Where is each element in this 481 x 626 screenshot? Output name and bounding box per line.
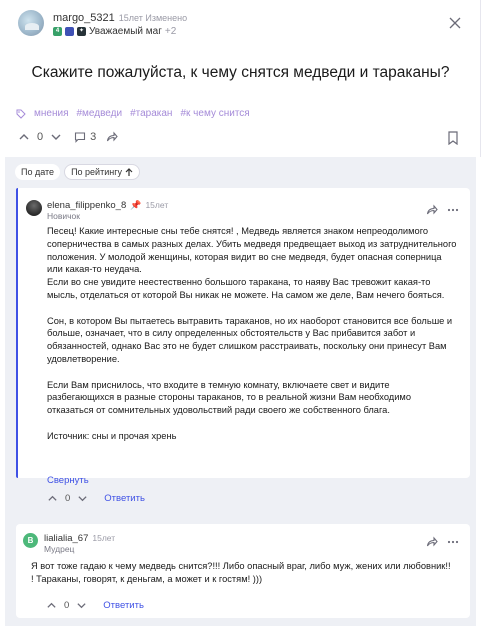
- answers-panel: По дате По рейтингу elena_filippenko_8 📌…: [5, 157, 476, 626]
- author-username[interactable]: elena_filippenko_8: [47, 200, 126, 211]
- question-card: margo_5321 15лет Изменено 4 ✦ Уважаемый …: [0, 0, 481, 157]
- vote-count: 0: [65, 493, 71, 504]
- author-rank: Мудрец: [44, 544, 75, 554]
- question-title: Скажите пожалуйста, к чему снятся медвед…: [31, 64, 450, 81]
- question-meta: 15лет Изменено: [118, 13, 188, 23]
- more-options-icon[interactable]: [447, 536, 459, 548]
- badge-icon: ✦: [77, 27, 86, 36]
- badge-icon: 4: [53, 27, 62, 36]
- share-icon[interactable]: [426, 204, 438, 216]
- comment-icon[interactable]: [74, 131, 86, 143]
- author-rank-row: 4 ✦ Уважаемый маг +2: [53, 26, 176, 37]
- sort-controls: По дате По рейтингу: [15, 164, 140, 180]
- rank-extra: +2: [164, 26, 177, 37]
- arrow-up-icon: [125, 167, 133, 176]
- tag-item[interactable]: #таракан: [130, 108, 172, 119]
- answer-card: B lialialia_67 15лет Мудрец Я вот тоже г…: [16, 524, 470, 618]
- answer-text: Я вот тоже гадаю к чему медведь снится?!…: [31, 561, 451, 584]
- downvote-icon[interactable]: [76, 600, 87, 611]
- question-actions: 0 3: [18, 131, 118, 143]
- tag-item[interactable]: #к чему снится: [180, 108, 249, 119]
- answer-date: 15лет: [145, 200, 169, 210]
- question-author: margo_5321 15лет Изменено: [53, 12, 187, 24]
- author-avatar[interactable]: [18, 10, 44, 36]
- author-rank: Новичок: [47, 211, 81, 221]
- answer-actions: 0 Ответить: [46, 600, 144, 611]
- badge-icon: [65, 27, 74, 36]
- author-username[interactable]: margo_5321: [53, 12, 115, 24]
- sort-by-date-button[interactable]: По дате: [15, 164, 61, 180]
- bookmark-icon[interactable]: [447, 131, 459, 145]
- answer-date: 15лет: [92, 533, 116, 543]
- answer-author: lialialia_67 15лет: [44, 533, 115, 544]
- question-tags: мнения #медведи #таракан #к чему снится: [16, 108, 250, 119]
- more-options-icon[interactable]: [447, 204, 459, 216]
- reply-button[interactable]: Ответить: [104, 493, 145, 504]
- answer-text: Песец! Какие интересные сны тебе снятся!…: [47, 226, 457, 441]
- sort-by-rating-button[interactable]: По рейтингу: [64, 164, 140, 180]
- downvote-icon[interactable]: [77, 493, 88, 504]
- vote-count: 0: [37, 131, 44, 143]
- pin-icon: 📌: [130, 200, 142, 210]
- close-icon[interactable]: [448, 16, 462, 30]
- avatar[interactable]: B: [23, 533, 38, 548]
- share-icon[interactable]: [106, 131, 118, 143]
- tag-icon: [16, 109, 26, 119]
- reply-button[interactable]: Ответить: [103, 600, 144, 611]
- upvote-icon[interactable]: [47, 493, 58, 504]
- upvote-icon[interactable]: [46, 600, 57, 611]
- author-username[interactable]: lialialia_67: [44, 533, 88, 544]
- collapse-link[interactable]: Свернуть: [47, 475, 89, 486]
- best-answer-marker: [16, 188, 18, 478]
- sort-by-rating-label: По рейтингу: [71, 167, 122, 177]
- avatar[interactable]: [26, 200, 42, 216]
- comment-count: 3: [90, 131, 97, 143]
- share-icon[interactable]: [426, 536, 438, 548]
- tag-item[interactable]: #медведи: [76, 108, 122, 119]
- answer-author: elena_filippenko_8 📌 15лет: [47, 200, 168, 211]
- vote-count: 0: [64, 600, 70, 611]
- tag-item[interactable]: мнения: [34, 108, 68, 119]
- answer-actions: 0 Ответить: [47, 493, 145, 504]
- upvote-icon[interactable]: [18, 131, 30, 143]
- author-rank: Уважаемый маг: [89, 26, 162, 37]
- downvote-icon[interactable]: [50, 131, 62, 143]
- answer-card: elena_filippenko_8 📌 15лет Новичок Песец…: [16, 188, 470, 478]
